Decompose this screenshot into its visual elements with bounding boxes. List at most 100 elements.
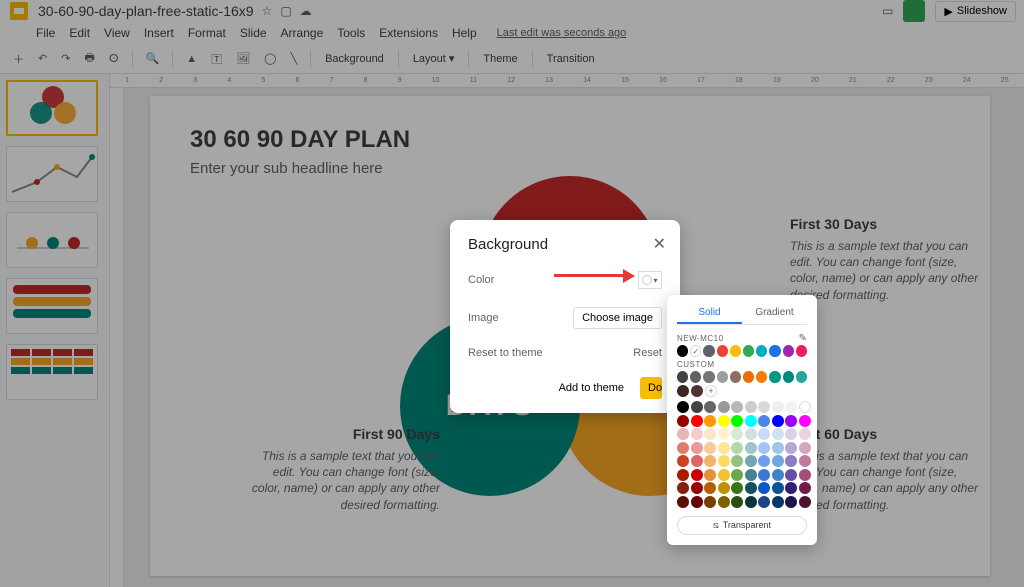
- color-swatch[interactable]: [731, 401, 743, 413]
- color-swatch[interactable]: [799, 428, 811, 440]
- menu-edit[interactable]: Edit: [69, 26, 90, 40]
- color-swatch[interactable]: [677, 496, 689, 508]
- color-swatch[interactable]: [785, 455, 797, 467]
- color-swatch[interactable]: [704, 401, 716, 413]
- menu-file[interactable]: File: [36, 26, 55, 40]
- color-swatch[interactable]: [772, 455, 784, 467]
- color-swatch[interactable]: [677, 345, 688, 357]
- color-swatch[interactable]: [691, 401, 703, 413]
- menu-view[interactable]: View: [104, 26, 130, 40]
- color-swatch[interactable]: [677, 385, 689, 397]
- color-swatch[interactable]: [745, 482, 757, 494]
- color-swatch[interactable]: [731, 469, 743, 481]
- color-swatch[interactable]: [677, 371, 688, 383]
- color-swatch[interactable]: [677, 428, 689, 440]
- color-swatch[interactable]: [799, 455, 811, 467]
- menu-tools[interactable]: Tools: [337, 26, 365, 40]
- add-to-theme-button[interactable]: Add to theme: [551, 377, 632, 399]
- color-swatch[interactable]: [731, 496, 743, 508]
- color-swatch[interactable]: [785, 442, 797, 454]
- color-swatch[interactable]: [785, 415, 797, 427]
- close-icon[interactable]: ✕: [653, 234, 666, 254]
- menu-format[interactable]: Format: [188, 26, 226, 40]
- color-swatch[interactable]: [756, 345, 767, 357]
- star-icon[interactable]: ☆: [262, 4, 273, 18]
- text-block-60[interactable]: First 60 DaysThis is a sample text that …: [790, 426, 980, 513]
- color-swatch[interactable]: [756, 371, 767, 383]
- color-swatch[interactable]: [799, 496, 811, 508]
- color-swatch[interactable]: [703, 371, 714, 383]
- slide-thumb-3[interactable]: [6, 212, 98, 268]
- comments-icon[interactable]: ▭: [882, 4, 893, 18]
- color-swatch[interactable]: [799, 469, 811, 481]
- color-swatch[interactable]: [704, 415, 716, 427]
- color-swatch[interactable]: [785, 469, 797, 481]
- print-button[interactable]: 🖶: [79, 46, 99, 71]
- color-swatch[interactable]: [704, 428, 716, 440]
- color-swatch[interactable]: [745, 469, 757, 481]
- move-icon[interactable]: ▢: [280, 4, 291, 18]
- add-custom-color-button[interactable]: +: [705, 385, 717, 397]
- color-swatch[interactable]: [758, 415, 770, 427]
- color-swatch[interactable]: [718, 469, 730, 481]
- layout-tool[interactable]: Layout ▾: [407, 49, 461, 68]
- color-swatch[interactable]: [772, 496, 784, 508]
- color-swatch[interactable]: [691, 469, 703, 481]
- slide-thumb-5[interactable]: [6, 344, 98, 400]
- color-swatch[interactable]: [691, 482, 703, 494]
- color-swatch[interactable]: [691, 442, 703, 454]
- color-swatch[interactable]: [703, 345, 714, 357]
- color-swatch[interactable]: [745, 415, 757, 427]
- slideshow-button[interactable]: ▶Slideshow: [935, 1, 1016, 22]
- color-swatch[interactable]: [677, 469, 689, 481]
- tab-gradient[interactable]: Gradient: [742, 303, 807, 324]
- choose-image-button[interactable]: Choose image: [573, 307, 662, 329]
- color-swatch-button[interactable]: ▾: [638, 271, 662, 289]
- slide-thumb-1[interactable]: [6, 80, 98, 136]
- color-swatch[interactable]: [717, 371, 728, 383]
- slide-thumb-4[interactable]: [6, 278, 98, 334]
- color-swatch[interactable]: [718, 442, 730, 454]
- color-swatch[interactable]: [731, 482, 743, 494]
- color-swatch[interactable]: [704, 469, 716, 481]
- color-swatch[interactable]: [704, 496, 716, 508]
- color-swatch[interactable]: [745, 496, 757, 508]
- text-block-30[interactable]: First 30 DaysThis is a sample text that …: [790, 216, 980, 303]
- color-swatch[interactable]: [731, 415, 743, 427]
- color-swatch[interactable]: [772, 428, 784, 440]
- color-swatch[interactable]: [772, 401, 784, 413]
- color-swatch[interactable]: [799, 482, 811, 494]
- image-tool[interactable]: 🖼: [231, 49, 255, 68]
- doc-title[interactable]: 30-60-90-day-plan-free-static-16x9: [38, 3, 254, 19]
- color-swatch[interactable]: [730, 371, 741, 383]
- color-swatch[interactable]: [799, 401, 811, 413]
- transition-tool[interactable]: Transition: [541, 50, 601, 68]
- color-swatch[interactable]: [718, 455, 730, 467]
- color-swatch[interactable]: [718, 401, 730, 413]
- color-swatch[interactable]: [677, 482, 689, 494]
- color-swatch[interactable]: [704, 482, 716, 494]
- color-swatch[interactable]: [772, 482, 784, 494]
- shape-tool[interactable]: ◯: [259, 49, 281, 68]
- color-swatch[interactable]: [745, 428, 757, 440]
- color-swatch[interactable]: [799, 415, 811, 427]
- color-swatch[interactable]: [731, 442, 743, 454]
- color-swatch[interactable]: [772, 442, 784, 454]
- color-swatch[interactable]: [783, 345, 794, 357]
- color-swatch[interactable]: [772, 415, 784, 427]
- text-block-90[interactable]: First 90 DaysThis is a sample text that …: [250, 426, 440, 513]
- cloud-icon[interactable]: ☁: [300, 4, 312, 18]
- transparent-button[interactable]: ⧅ Transparent: [677, 516, 807, 535]
- textbox-tool[interactable]: 🅃: [206, 48, 227, 70]
- color-swatch[interactable]: [785, 482, 797, 494]
- color-swatch[interactable]: [677, 415, 689, 427]
- color-swatch[interactable]: ✓: [690, 345, 701, 357]
- color-swatch[interactable]: [785, 428, 797, 440]
- background-tool[interactable]: Background: [319, 50, 390, 68]
- done-button[interactable]: Done: [640, 377, 662, 399]
- new-slide-button[interactable]: ＋: [8, 48, 29, 70]
- menu-help[interactable]: Help: [452, 26, 477, 40]
- color-swatch[interactable]: [769, 371, 780, 383]
- menu-extensions[interactable]: Extensions: [379, 26, 438, 40]
- color-swatch[interactable]: [731, 455, 743, 467]
